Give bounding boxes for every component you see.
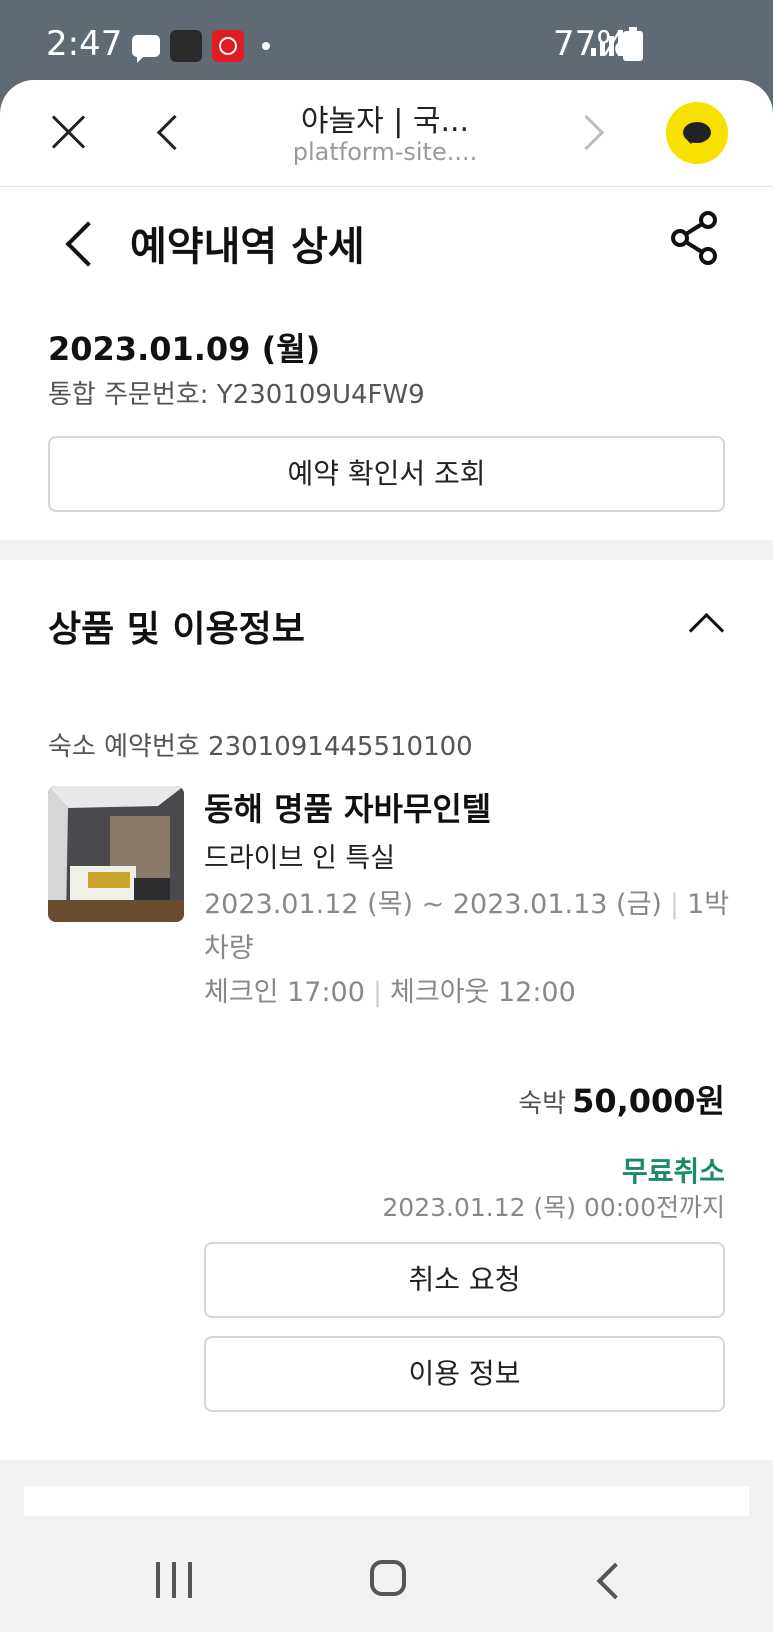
reservation-number: 숙소 예약번호 2301091445510100 — [48, 732, 473, 762]
cancel-request-button[interactable]: 취소 요청 — [204, 1242, 725, 1318]
hotel-name: 동해 명품 자바무인텔 — [204, 790, 492, 828]
price-row: 숙박 50,000원 — [518, 1076, 725, 1122]
section-title: 상품 및 이용정보 — [48, 609, 305, 650]
message-icon — [132, 35, 160, 63]
browser-url: platform-site.... — [292, 138, 478, 166]
nights: 1박 — [687, 889, 730, 920]
stay-dates: 2023.01.12 (목) ~ 2023.01.13 (금) — [204, 889, 662, 920]
battery-level: 77% — [553, 24, 629, 64]
page-title: 예약내역 상세 — [130, 224, 365, 270]
share-icon[interactable] — [670, 210, 720, 266]
system-back-icon[interactable] — [596, 1562, 634, 1600]
chevron-up-icon[interactable] — [688, 612, 725, 649]
stay-dates-row: 2023.01.12 (목) ~ 2023.01.13 (금) | 1박 — [204, 889, 730, 920]
vehicle-info: 차량 — [204, 933, 254, 964]
recent-apps-icon[interactable] — [156, 1562, 192, 1598]
status-time: 2:47 — [46, 24, 123, 64]
app-notification-icon — [212, 30, 244, 62]
browser-sheet: 야놀자 | 국... platform-site.... 예약내역 상세 202… — [0, 80, 773, 1632]
close-icon[interactable] — [48, 112, 88, 152]
more-notifications-icon — [262, 42, 270, 50]
back-icon[interactable] — [65, 221, 111, 267]
hotel-thumbnail[interactable] — [48, 786, 184, 922]
checkout-time: 체크아웃 12:00 — [390, 977, 576, 1008]
cancel-deadline: 2023.01.12 (목) 00:00전까지 — [382, 1193, 725, 1222]
section-divider — [0, 540, 773, 560]
usage-info-button[interactable]: 이용 정보 — [204, 1336, 725, 1412]
room-type: 드라이브 인 특실 — [204, 843, 396, 874]
order-number: 통합 주문번호: Y230109U4FW9 — [48, 380, 425, 410]
app-notification-icon — [170, 30, 202, 62]
price-label: 숙박 — [518, 1089, 567, 1119]
checkin-time: 체크인 17:00 — [204, 977, 365, 1008]
price-amount: 50,000원 — [572, 1082, 725, 1120]
order-date: 2023.01.09 (월) — [48, 330, 321, 368]
home-icon[interactable] — [370, 1560, 406, 1596]
browser-title: 야놀자 | 국... — [300, 104, 470, 139]
notification-icons — [132, 30, 270, 63]
browser-forward-icon[interactable] — [568, 114, 605, 151]
status-bar: 2:47 77% — [0, 0, 773, 80]
system-nav-bar — [0, 1516, 773, 1632]
free-cancel-badge: 무료취소 — [621, 1155, 725, 1188]
battery-icon — [623, 27, 643, 61]
in-app-browser-bar: 야놀자 | 국... platform-site.... — [0, 80, 773, 187]
checkin-checkout-row: 체크인 17:00 | 체크아웃 12:00 — [204, 977, 576, 1008]
kakao-chat-icon[interactable] — [666, 102, 728, 164]
browser-back-icon[interactable] — [156, 114, 193, 151]
view-confirmation-button[interactable]: 예약 확인서 조회 — [48, 436, 725, 512]
